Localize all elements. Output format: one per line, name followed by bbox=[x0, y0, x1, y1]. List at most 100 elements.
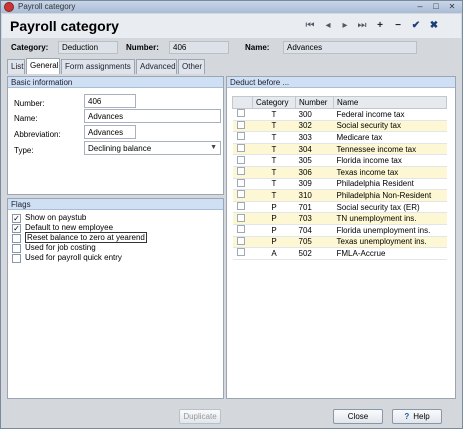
type-label: Type: bbox=[14, 146, 34, 155]
row-name-cell: Social security tax bbox=[333, 120, 447, 133]
table-row[interactable]: T 303 Medicare tax bbox=[232, 131, 447, 144]
row-category-cell: T bbox=[252, 178, 296, 191]
table-row[interactable]: P 703 TN unemployment ins. bbox=[232, 212, 447, 225]
table-row[interactable]: P 701 Social security tax (ER) bbox=[232, 201, 447, 214]
table-row[interactable]: T 304 Tennessee income tax bbox=[232, 143, 447, 156]
maximize-icon[interactable]: □ bbox=[430, 2, 442, 12]
row-checkbox[interactable] bbox=[236, 155, 245, 164]
row-checkbox[interactable] bbox=[236, 144, 245, 153]
flag-checkbox[interactable]: ✓ bbox=[12, 224, 21, 233]
table-row[interactable]: T 310 Philadelphia Non-Resident bbox=[232, 189, 447, 202]
summary-row: Category: Deduction Number: 406 Name: Ad… bbox=[2, 39, 461, 57]
help-button[interactable]: ? Help bbox=[392, 409, 442, 424]
tab-list[interactable]: List bbox=[7, 59, 25, 74]
row-category-cell: T bbox=[252, 120, 296, 133]
table-row[interactable]: T 306 Texas income tax bbox=[232, 166, 447, 179]
row-number-cell: 304 bbox=[295, 143, 334, 156]
row-checkbox[interactable] bbox=[236, 178, 245, 187]
row-name-cell: Social security tax (ER) bbox=[333, 201, 447, 214]
row-checkbox[interactable] bbox=[236, 190, 245, 199]
table-header-row: Category Number Name bbox=[232, 96, 447, 109]
row-checkbox[interactable] bbox=[236, 202, 245, 211]
row-name-cell: Philadelphia Resident bbox=[333, 178, 447, 191]
flag-label: Reset balance to zero at yearend bbox=[25, 232, 147, 243]
number-value: 406 bbox=[169, 41, 229, 54]
row-category-cell: T bbox=[252, 108, 296, 121]
row-number-cell: 705 bbox=[295, 236, 334, 249]
table-row[interactable]: P 705 Texas unemployment ins. bbox=[232, 236, 447, 249]
row-checkbox[interactable] bbox=[236, 248, 245, 257]
flag-checkbox[interactable]: ✓ bbox=[12, 214, 21, 223]
add-icon[interactable]: + bbox=[374, 20, 386, 32]
row-category-cell: P bbox=[252, 212, 296, 225]
row-number-cell: 300 bbox=[295, 108, 334, 121]
row-category-cell: P bbox=[252, 236, 296, 249]
save-check-icon[interactable]: ✔ bbox=[410, 20, 422, 32]
close-window-icon[interactable]: ✕ bbox=[446, 2, 458, 12]
basic-information-panel: Basic information Number: 406 Name: Adva… bbox=[7, 76, 224, 195]
table-row[interactable]: T 309 Philadelphia Resident bbox=[232, 178, 447, 191]
row-name-cell: Tennessee income tax bbox=[333, 143, 447, 156]
name-label: Name: bbox=[245, 43, 270, 52]
flag-checkbox[interactable] bbox=[12, 244, 21, 253]
flag-checkbox[interactable] bbox=[12, 234, 21, 243]
type-select[interactable]: Declining balance ▼ bbox=[84, 141, 221, 155]
first-record-icon[interactable]: ⏮ bbox=[304, 20, 316, 32]
row-checkbox[interactable] bbox=[236, 213, 245, 222]
row-checkbox[interactable] bbox=[236, 120, 245, 129]
flag-checkbox[interactable] bbox=[12, 254, 21, 263]
table-row[interactable]: P 704 Florida unemployment ins. bbox=[232, 224, 447, 237]
tab-advanced[interactable]: Advanced bbox=[136, 59, 177, 74]
tab-general[interactable]: General bbox=[26, 58, 60, 74]
page-title: Payroll category bbox=[10, 18, 119, 34]
table-row[interactable]: T 305 Florida income tax bbox=[232, 154, 447, 167]
tab-other[interactable]: Other bbox=[178, 59, 205, 74]
select-column-header bbox=[232, 96, 253, 109]
row-checkbox[interactable] bbox=[236, 236, 245, 245]
table-row[interactable]: T 300 Federal income tax bbox=[232, 108, 447, 121]
flag-label: Show on paystub bbox=[25, 213, 87, 222]
row-select-cell bbox=[232, 189, 253, 202]
duplicate-button[interactable]: Duplicate bbox=[179, 409, 221, 424]
abbreviation-input[interactable]: Advances bbox=[84, 125, 136, 139]
row-checkbox[interactable] bbox=[236, 167, 245, 176]
number-input[interactable]: 406 bbox=[84, 94, 136, 108]
name-column-header[interactable]: Name bbox=[333, 96, 447, 109]
help-icon: ? bbox=[404, 412, 410, 421]
table-row[interactable]: T 302 Social security tax bbox=[232, 120, 447, 133]
close-button[interactable]: Close bbox=[333, 409, 383, 424]
category-column-header[interactable]: Category bbox=[252, 96, 296, 109]
row-category-cell: T bbox=[252, 154, 296, 167]
name-input[interactable]: Advances bbox=[84, 109, 221, 123]
previous-record-icon[interactable]: ◂ bbox=[322, 20, 334, 32]
next-record-icon[interactable]: ▸ bbox=[339, 20, 351, 32]
minimize-icon[interactable]: – bbox=[414, 2, 426, 12]
cancel-x-icon[interactable]: ✖ bbox=[428, 20, 440, 32]
row-category-cell: T bbox=[252, 166, 296, 179]
payroll-category-window: Payroll category – □ ✕ Payroll category … bbox=[0, 0, 463, 429]
number-column-header[interactable]: Number bbox=[295, 96, 334, 109]
row-select-cell bbox=[232, 154, 253, 167]
row-select-cell bbox=[232, 247, 253, 260]
deduct-before-title: Deduct before ... bbox=[227, 77, 455, 88]
flag-label: Default to new employee bbox=[25, 223, 114, 232]
row-category-cell: T bbox=[252, 143, 296, 156]
row-checkbox[interactable] bbox=[236, 225, 245, 234]
row-select-cell bbox=[232, 236, 253, 249]
app-icon bbox=[4, 2, 14, 12]
flag-label: Used for payroll quick entry bbox=[25, 253, 122, 262]
row-name-cell: Texas income tax bbox=[333, 166, 447, 179]
row-checkbox[interactable] bbox=[236, 109, 245, 118]
row-name-cell: Federal income tax bbox=[333, 108, 447, 121]
chevron-down-icon: ▼ bbox=[210, 144, 217, 151]
row-checkbox[interactable] bbox=[236, 132, 245, 141]
delete-icon[interactable]: − bbox=[392, 20, 404, 32]
header-bar: Payroll category ⏮ ◂ ▸ ⏭ + − ✔ ✖ bbox=[2, 14, 461, 38]
tab-form-assignments[interactable]: Form assignments bbox=[61, 59, 135, 74]
row-name-cell: FMLA-Accrue bbox=[333, 247, 447, 260]
flags-panel: Flags ✓ Show on paystub ✓ Default to new em… bbox=[7, 198, 224, 399]
table-row[interactable]: A 502 FMLA-Accrue bbox=[232, 247, 447, 260]
row-category-cell: A bbox=[252, 247, 296, 260]
basic-name-label: Name: bbox=[14, 114, 38, 123]
last-record-icon[interactable]: ⏭ bbox=[356, 20, 368, 32]
